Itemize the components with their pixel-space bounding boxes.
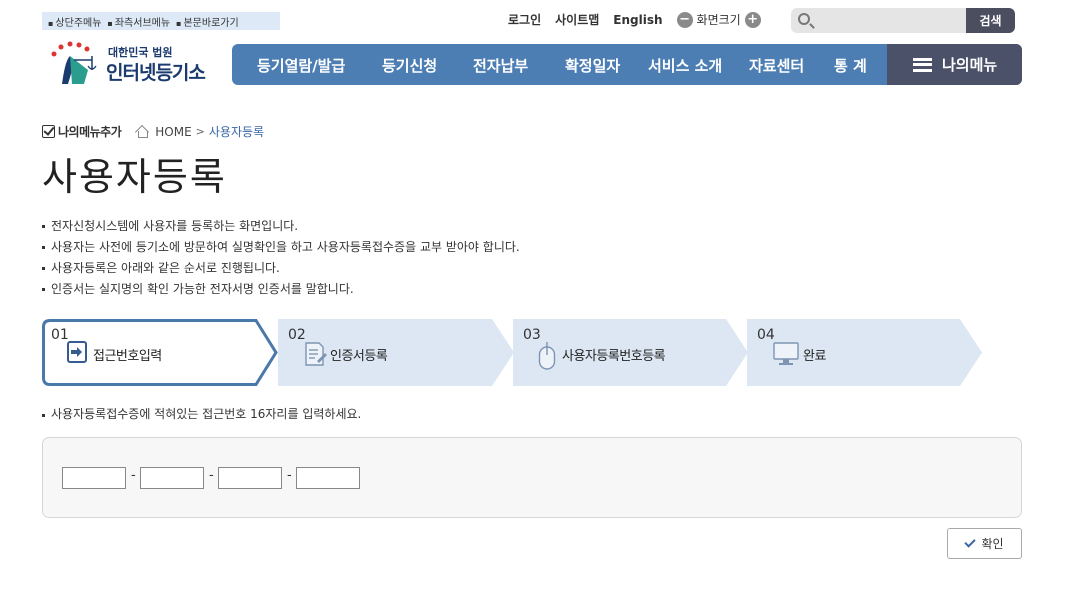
access-number-field-4[interactable] (296, 467, 360, 489)
nav-data-center[interactable]: 자료센터 (749, 55, 804, 76)
enter-arrow-icon (67, 341, 87, 363)
intro-notes: 전자신청시스템에 사용자를 등록하는 화면입니다. 사용자는 사전에 등기소에 … (42, 216, 520, 300)
skip-link-content[interactable]: 본문바로가기 (176, 14, 238, 29)
page-title: 사용자등록 (42, 155, 227, 199)
search-input[interactable] (791, 8, 967, 33)
step-label: 인증서등록 (330, 349, 388, 364)
home-icon (135, 125, 149, 138)
note-item: 전자신청시스템에 사용자를 등록하는 화면입니다. (42, 216, 520, 237)
breadcrumb-home[interactable]: HOME (155, 125, 191, 139)
logo-line2: 인터넷등기소 (106, 62, 206, 84)
confirm-button[interactable]: 확인 (947, 528, 1022, 559)
nav-service-intro[interactable]: 서비스 소개 (648, 55, 722, 76)
breadcrumb: 나의메뉴추가 HOME > 사용자등록 (42, 123, 264, 140)
access-number-field-2[interactable] (140, 467, 204, 489)
access-number-guide: 사용자등록접수증에 적혀있는 접근번호 16자리를 입력하세요. (42, 405, 361, 422)
step-label: 완료 (803, 349, 826, 364)
search-button[interactable]: 검색 (966, 8, 1015, 33)
zoom-label: 화면크기 (696, 13, 741, 27)
step-2: 02 인증서등록 (278, 319, 513, 386)
english-link[interactable]: English (613, 13, 662, 27)
note-item: 사용자등록은 아래와 같은 순서로 진행됩니다. (42, 258, 520, 279)
step-4: 04 완료 (747, 319, 982, 386)
nav-fixed-date[interactable]: 확정일자 (565, 55, 620, 76)
nav-e-payment[interactable]: 전자납부 (473, 55, 528, 76)
step-label: 사용자등록번호등록 (562, 349, 666, 364)
step-indicator: 01 접근번호입력 02 인증서등록 03 사용자등록번호등록 04 완료 (42, 319, 992, 386)
field-separator: - (209, 468, 214, 483)
breadcrumb-separator: > (195, 125, 205, 138)
zoom-in-icon[interactable]: + (744, 11, 761, 28)
utility-bar: 로그인 사이트맵 English − 화면크기 + (508, 11, 761, 28)
search-area: 검색 (791, 8, 1015, 33)
access-number-form: - - - (42, 437, 1022, 518)
court-emblem-icon (51, 41, 97, 84)
certificate-document-icon (305, 342, 327, 366)
step-label: 접근번호입력 (93, 349, 162, 364)
monitor-icon (773, 342, 799, 365)
field-separator: - (287, 468, 292, 483)
nav-registry-view[interactable]: 등기열람/발급 (257, 55, 345, 76)
hamburger-icon (913, 57, 932, 72)
my-menu-button[interactable]: 나의메뉴 (887, 44, 1022, 85)
breadcrumb-current[interactable]: 사용자등록 (209, 123, 264, 140)
check-icon (964, 536, 977, 548)
checkbox-icon (42, 125, 55, 138)
access-number-field-3[interactable] (218, 467, 282, 489)
nav-registry-apply[interactable]: 등기신청 (382, 55, 437, 76)
confirm-label: 확인 (981, 537, 1004, 551)
step-3: 03 사용자등록번호등록 (513, 319, 747, 386)
my-menu-label: 나의메뉴 (942, 56, 998, 74)
login-link[interactable]: 로그인 (508, 11, 541, 28)
add-my-menu-label: 나의메뉴추가 (58, 125, 122, 139)
search-icon (798, 13, 810, 25)
mouse-icon (538, 342, 556, 370)
add-my-menu-button[interactable]: 나의메뉴추가 (42, 123, 122, 140)
access-number-field-1[interactable] (62, 467, 126, 489)
step-1: 01 접근번호입력 (42, 319, 278, 386)
skip-link-top-menu[interactable]: 상단주메뉴 (48, 14, 101, 29)
nav-statistics[interactable]: 통 계 (834, 55, 867, 76)
zoom-out-icon[interactable]: − (676, 11, 693, 28)
zoom-control: − 화면크기 + (676, 11, 761, 28)
skip-link-left-menu[interactable]: 좌측서브메뉴 (107, 14, 170, 29)
field-separator: - (131, 468, 136, 483)
site-logo[interactable]: 대한민국 법원 인터넷등기소 (48, 38, 218, 88)
note-item: 인증서는 실지명의 확인 가능한 전자서명 인증서를 말합니다. (42, 279, 520, 300)
note-item: 사용자는 사전에 등기소에 방문하여 실명확인을 하고 사용자등록접수증을 교부… (42, 237, 520, 258)
skip-links: 상단주메뉴 좌측서브메뉴 본문바로가기 (42, 12, 280, 30)
sitemap-link[interactable]: 사이트맵 (555, 11, 599, 28)
